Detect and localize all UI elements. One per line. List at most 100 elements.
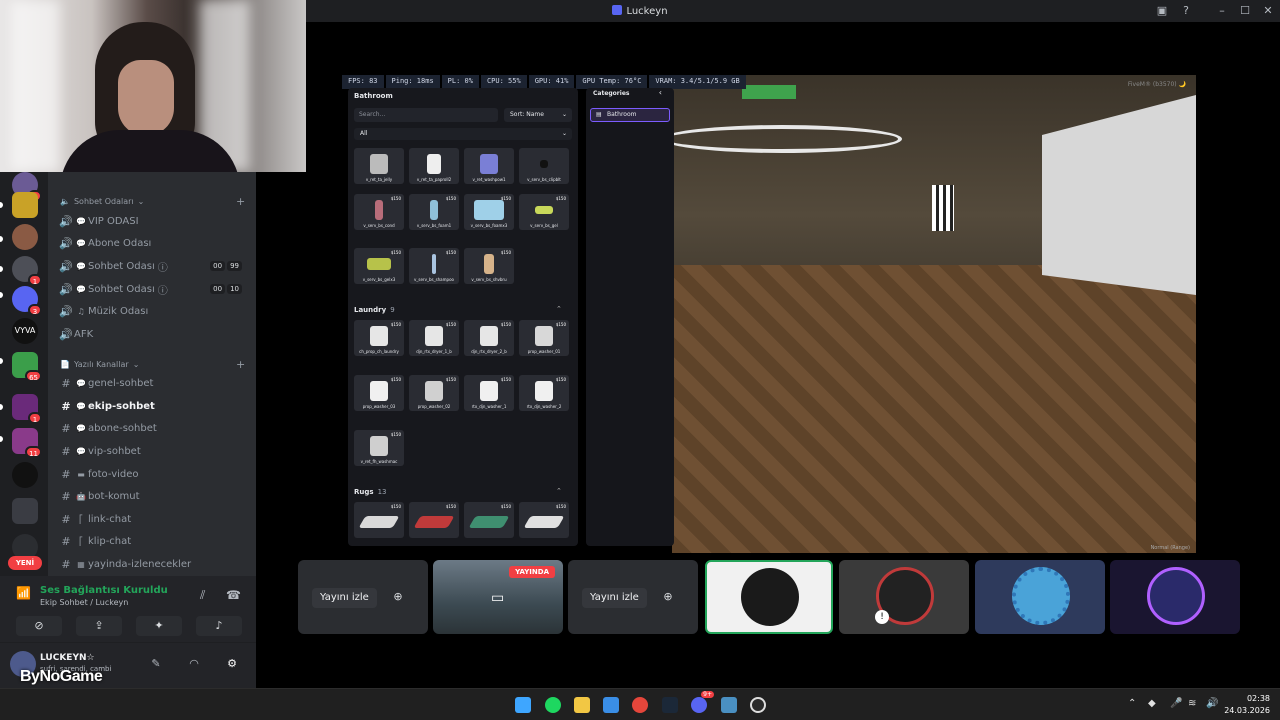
- server-icon-vyva[interactable]: VYVA: [12, 318, 38, 344]
- tray-chevron-icon[interactable]: ⌃: [1128, 698, 1136, 709]
- live-stream-tile[interactable]: YAYINDA ▭: [433, 560, 563, 634]
- voice-status[interactable]: Ses Bağlantısı Kuruldu: [40, 585, 168, 596]
- item-tile[interactable]: v_ret_washpow1: [464, 148, 514, 184]
- item-tile[interactable]: v_serv_bs_clipblt: [519, 148, 569, 184]
- participant-tile[interactable]: [975, 560, 1105, 634]
- voice-category[interactable]: 🔈 Sohbet Odaları ⌄ +: [60, 194, 245, 208]
- text-channel[interactable]: # ⎡ link-chat: [58, 509, 252, 529]
- item-search-input[interactable]: Search...: [354, 108, 498, 122]
- item-tile[interactable]: $150 prop_washer_01: [519, 320, 569, 356]
- start-icon[interactable]: [515, 697, 531, 713]
- item-tile[interactable]: $150: [519, 502, 569, 538]
- activities-button[interactable]: ✦: [136, 616, 182, 636]
- text-category[interactable]: 📄 Yazılı Kanallar ⌄ +: [60, 357, 245, 371]
- text-channel-active[interactable]: # 💬 ekip-sohbet: [58, 396, 252, 416]
- item-tile[interactable]: $150 djn_rtx_dryer_1_b: [409, 320, 459, 356]
- spotify-icon[interactable]: [545, 697, 561, 713]
- clock[interactable]: 02:38 24.03.2026: [1224, 693, 1270, 717]
- text-channel[interactable]: # ▬ foto-video: [58, 464, 252, 484]
- wifi-icon[interactable]: ≋: [1188, 698, 1196, 709]
- store-icon[interactable]: [603, 697, 619, 713]
- laundry-section-title[interactable]: Laundry 9: [354, 306, 395, 314]
- voice-channel[interactable]: 🔊 💬 Abone Odası: [58, 233, 252, 253]
- file-explorer-icon[interactable]: [574, 697, 590, 713]
- category-item-bathroom[interactable]: ▤ Bathroom: [590, 108, 670, 122]
- help-icon[interactable]: ?: [1178, 3, 1194, 19]
- popout-stream-icon[interactable]: ⊕: [390, 590, 406, 606]
- stream-tile[interactable]: Yayını izle ⊕: [298, 560, 428, 634]
- soundboard-button[interactable]: ♪: [196, 616, 242, 636]
- item-tile[interactable]: $150: [464, 502, 514, 538]
- chevron-up-icon[interactable]: ⌃: [556, 487, 562, 495]
- mic-muted-icon[interactable]: ✎: [148, 657, 164, 673]
- stream-tile[interactable]: Yayını izle ⊕: [568, 560, 698, 634]
- sort-select[interactable]: Sort: Name ⌄: [504, 108, 572, 122]
- item-tile[interactable]: v_ret_ta_jelly: [354, 148, 404, 184]
- chevron-up-icon[interactable]: ⌃: [556, 305, 562, 313]
- inbox-icon[interactable]: ▣: [1154, 3, 1170, 19]
- maximize-icon[interactable]: ☐: [1237, 3, 1253, 19]
- text-channel[interactable]: # 💬 vip-sohbet: [58, 441, 252, 461]
- participant-tile-speaking[interactable]: [705, 560, 833, 634]
- screen-share-button[interactable]: ⇪: [76, 616, 122, 636]
- participant-tile[interactable]: [1110, 560, 1240, 634]
- popout-stream-icon[interactable]: ⊕: [660, 590, 676, 606]
- username[interactable]: LUCKEYN☆: [40, 653, 95, 663]
- voice-channel[interactable]: 🔊 💬 Sohbet Odası ⓘ 00 99: [58, 256, 252, 276]
- noise-suppression-icon[interactable]: ⫽: [200, 588, 205, 603]
- item-tile[interactable]: $150 v_serv_bs_gelx3: [354, 248, 404, 284]
- item-tile[interactable]: $150 v_serv_bs_gel: [519, 194, 569, 230]
- voice-channel[interactable]: 🔊 ♫ Müzik Odası: [58, 301, 252, 321]
- item-tile[interactable]: $150 rtx_djn_washer_1: [464, 375, 514, 411]
- server-folder-icon[interactable]: 1: [12, 394, 42, 424]
- disconnect-icon[interactable]: ☎: [226, 588, 241, 602]
- item-tile[interactable]: $150 prop_washer_03: [354, 375, 404, 411]
- voice-channel[interactable]: 🔊 💬 Sohbet Odası ⓘ 00 10: [58, 279, 252, 299]
- discord-icon[interactable]: 9+: [691, 691, 714, 713]
- obs-icon[interactable]: [750, 697, 766, 713]
- participant-tile[interactable]: !: [839, 560, 969, 634]
- item-tile[interactable]: $150: [354, 502, 404, 538]
- add-channel-icon[interactable]: +: [236, 358, 245, 371]
- item-tile[interactable]: $150 v_serv_bs_shampoo: [409, 248, 459, 284]
- chrome-icon[interactable]: [632, 697, 648, 713]
- app-icon[interactable]: [721, 697, 737, 713]
- close-icon[interactable]: ✕: [1260, 3, 1276, 19]
- item-tile[interactable]: $150 v_serv_bs_cond: [354, 194, 404, 230]
- server-folder-icon[interactable]: [12, 498, 38, 524]
- item-tile[interactable]: $150: [409, 502, 459, 538]
- server-folder-icon[interactable]: 11: [12, 428, 42, 458]
- collapse-chevron-icon[interactable]: ‹: [659, 88, 662, 97]
- item-tile[interactable]: $150 rtx_djn_washer_2: [519, 375, 569, 411]
- server-icon[interactable]: [12, 462, 38, 488]
- server-folder-icon[interactable]: 65: [12, 352, 42, 382]
- steam-tray-icon[interactable]: ◆: [1148, 698, 1156, 709]
- item-tile[interactable]: $150 v_ret_fh_washmac: [354, 430, 404, 466]
- item-tile[interactable]: $150 djn_rtx_dryer_2_b: [464, 320, 514, 356]
- watch-stream-button[interactable]: Yayını izle: [582, 588, 647, 608]
- volume-icon[interactable]: 🔊: [1206, 698, 1218, 709]
- server-icon[interactable]: [12, 192, 38, 218]
- text-channel[interactable]: # ▦ yayinda-izlenecekler: [58, 554, 252, 574]
- server-icon[interactable]: 1: [12, 256, 42, 286]
- server-icon[interactable]: [12, 224, 38, 250]
- voice-channel[interactable]: 🔊 💬 VIP ODASI: [58, 211, 252, 231]
- item-tile[interactable]: $150 ch_prop_ch_laundry: [354, 320, 404, 356]
- text-channel[interactable]: # 💬 abone-sohbet: [58, 418, 252, 438]
- add-channel-icon[interactable]: +: [236, 195, 245, 208]
- text-channel[interactable]: # 🤖 bot-komut: [58, 486, 252, 506]
- watch-stream-button[interactable]: Yayını izle: [312, 588, 377, 608]
- rugs-section-title[interactable]: Rugs 13: [354, 488, 386, 496]
- item-tile[interactable]: $150 v_serv_bs_foam1: [409, 194, 459, 230]
- voice-channel[interactable]: 🔊 AFK: [58, 324, 252, 344]
- server-icon[interactable]: 3: [12, 286, 42, 316]
- settings-gear-icon[interactable]: ⚙: [224, 657, 240, 673]
- filter-select[interactable]: All ⌄: [354, 128, 572, 140]
- text-channel[interactable]: # ⎡ klip-chat: [58, 531, 252, 551]
- microphone-icon[interactable]: 🎤: [1170, 698, 1182, 709]
- camera-off-button[interactable]: ⊘: [16, 616, 62, 636]
- text-channel[interactable]: # 💬 genel-sohbet: [58, 373, 252, 393]
- headphones-icon[interactable]: ◠: [186, 657, 202, 673]
- item-tile[interactable]: $150 v_serv_bs_shvbru: [464, 248, 514, 284]
- item-tile[interactable]: v_ret_ta_paproll2: [409, 148, 459, 184]
